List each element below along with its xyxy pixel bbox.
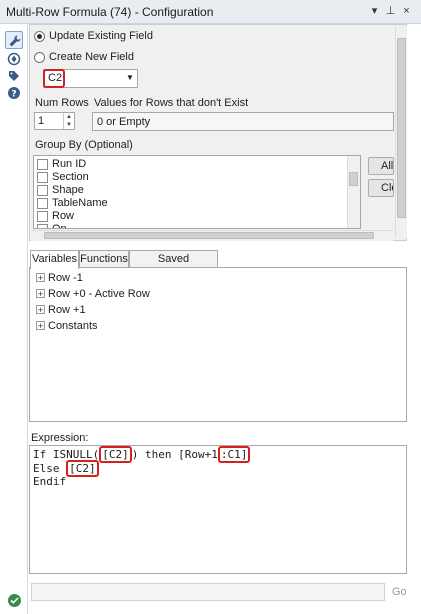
- c1-highlight: :C1]: [217, 446, 251, 463]
- chevron-down-icon: ▼: [126, 73, 134, 82]
- num-rows-value: 1: [38, 115, 45, 127]
- list-item: Section: [52, 171, 89, 183]
- list-item: Row: [52, 210, 75, 222]
- stepper-arrows-icon[interactable]: ▲ ▼: [63, 113, 74, 129]
- help-icon[interactable]: ?: [5, 84, 23, 102]
- expand-plus-icon[interactable]: +: [36, 305, 45, 315]
- checkbox[interactable]: [37, 185, 48, 196]
- tab-strip: Variables Functions Saved Expressions: [29, 250, 407, 282]
- expand-plus-icon[interactable]: +: [36, 289, 45, 299]
- expand-plus-icon[interactable]: +: [36, 273, 45, 283]
- clear-button[interactable]: Clear: [368, 179, 394, 197]
- go-input[interactable]: [31, 583, 385, 601]
- expression-line-1: If ISNULL([C2]) then [Row+1:C1]: [33, 446, 251, 463]
- field-select-value: C2: [48, 72, 63, 84]
- values-dropdown-value: 0 or Empty: [97, 116, 151, 128]
- values-label: Values for Rows that don't Exist: [94, 97, 249, 109]
- tree-item-constants[interactable]: + Constants: [36, 319, 236, 333]
- group-by-label: Group By (Optional): [35, 139, 133, 151]
- checkbox[interactable]: [37, 172, 48, 183]
- tab-saved-expressions[interactable]: Saved Expressions: [129, 250, 218, 282]
- left-toolbar: [0, 24, 28, 614]
- num-rows-label: Num Rows: [35, 97, 89, 109]
- tab-variables[interactable]: Variables: [30, 250, 79, 269]
- expand-plus-icon[interactable]: +: [36, 321, 45, 331]
- all-button[interactable]: All: [368, 157, 394, 175]
- wrench-icon[interactable]: [5, 31, 23, 49]
- tree-item-row-minus-1[interactable]: + Row -1: [36, 271, 236, 285]
- checkbox[interactable]: [37, 198, 48, 209]
- list-scrollbar[interactable]: [347, 156, 360, 228]
- config-vertical-thumb[interactable]: [397, 38, 406, 218]
- list-item: Op: [52, 223, 67, 229]
- create-new-label: Create New Field: [49, 51, 134, 63]
- checkbox[interactable]: [37, 211, 48, 222]
- list-item: Shape: [52, 184, 84, 196]
- checkbox[interactable]: [37, 159, 48, 170]
- list-item: Run ID: [52, 158, 87, 170]
- pin-icon[interactable]: ⊥: [384, 4, 397, 19]
- list-scroll-thumb[interactable]: [349, 172, 358, 186]
- c2-highlight: [C2]: [99, 446, 132, 463]
- group-by-list[interactable]: Run ID Section Shape TableName Row Op: [33, 155, 361, 229]
- tree-item-row-active[interactable]: + Row +0 - Active Row: [36, 287, 236, 301]
- tab-functions[interactable]: Functions: [79, 250, 129, 268]
- create-new-radio[interactable]: [34, 52, 45, 63]
- c2-else-highlight: [C2]: [66, 460, 99, 477]
- dropdown-menu-icon[interactable]: ▾: [368, 4, 381, 19]
- expression-line-3: Endif: [33, 475, 67, 488]
- status-check-icon: [8, 594, 21, 607]
- tree-item-row-plus-1[interactable]: + Row +1: [36, 303, 236, 317]
- config-horizontal-thumb[interactable]: [44, 232, 374, 239]
- svg-text:?: ?: [11, 90, 16, 100]
- tag-icon[interactable]: [5, 67, 23, 85]
- expression-label: Expression:: [31, 432, 89, 444]
- expression-line-2: Else [C2]: [33, 460, 99, 477]
- close-icon[interactable]: ×: [400, 4, 413, 19]
- update-existing-radio[interactable]: [34, 31, 45, 42]
- list-item: TableName: [52, 197, 108, 209]
- checkbox[interactable]: [37, 224, 48, 228]
- update-existing-label: Update Existing Field: [49, 30, 153, 42]
- window-title: Multi-Row Formula (74) - Configuration: [6, 5, 214, 19]
- globe-icon[interactable]: [5, 50, 23, 68]
- go-button[interactable]: Go: [392, 586, 407, 598]
